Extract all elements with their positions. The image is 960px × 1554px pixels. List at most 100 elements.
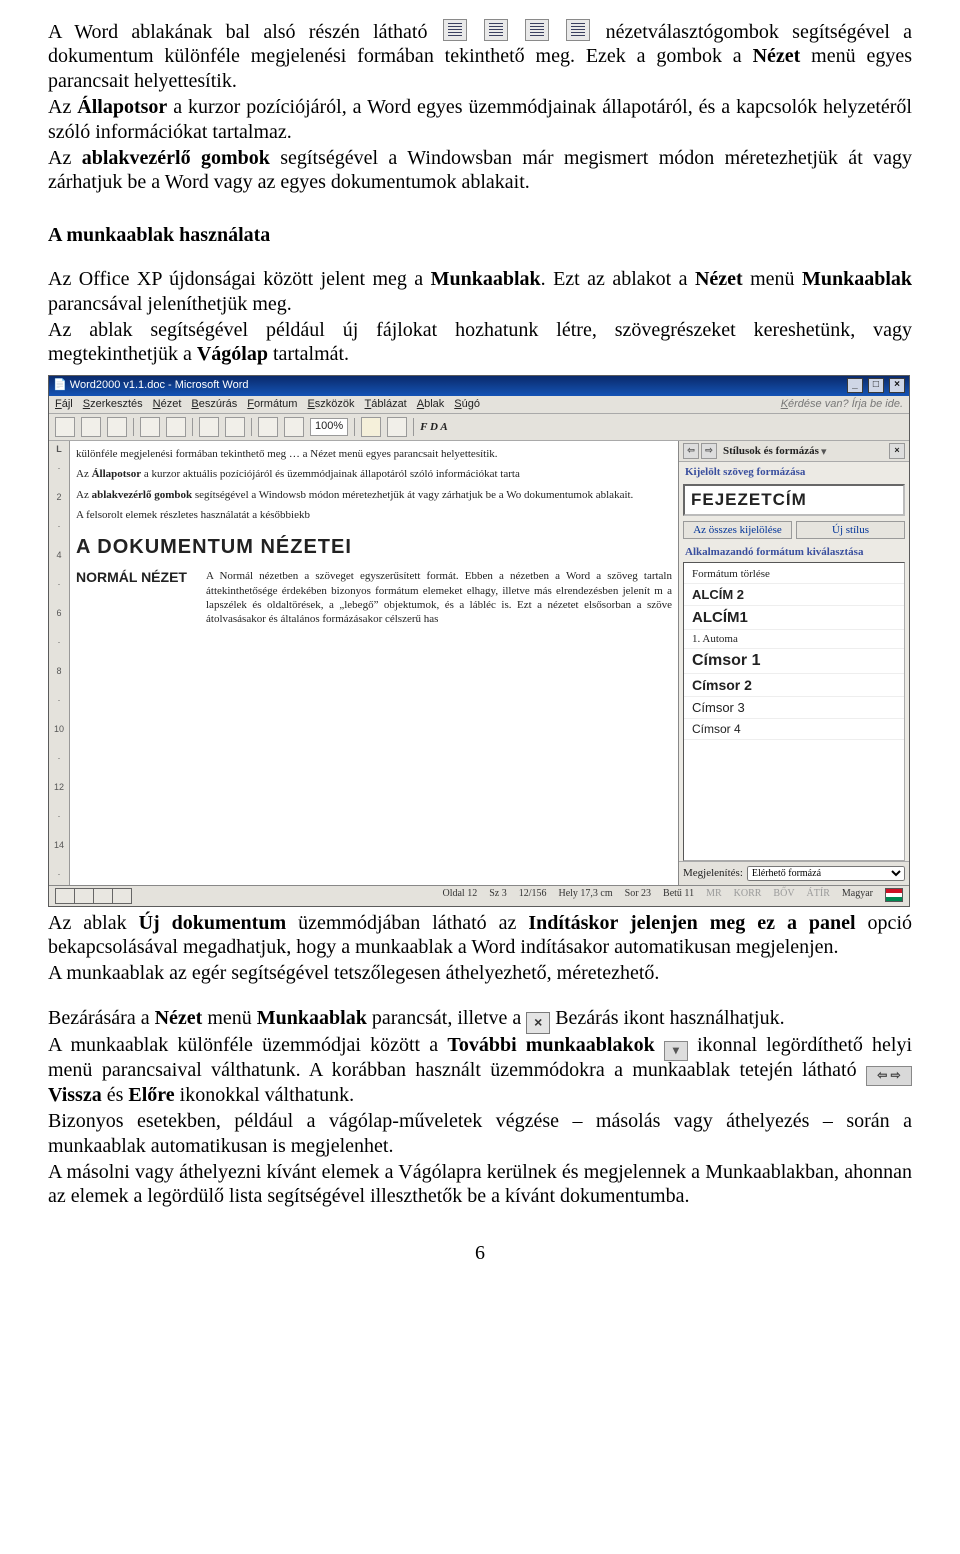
menu-edit[interactable]: Szerkesztés <box>83 398 143 411</box>
forward-icon[interactable]: ⇨ <box>701 443 717 459</box>
menu-table[interactable]: Táblázat <box>365 398 407 411</box>
close-icon[interactable]: × <box>889 443 905 459</box>
style-item[interactable]: Címsor 2 <box>684 674 904 697</box>
paragraph-view-buttons: A Word ablakának bal alsó részén látható… <box>48 16 912 93</box>
doc-heading-2: NORMÁL NÉZET <box>76 569 196 632</box>
bold: Munkaablak <box>431 268 541 290</box>
menu-window[interactable]: Ablak <box>417 398 445 411</box>
new-style-button[interactable]: Új stílus <box>796 521 905 539</box>
paragraph-icon[interactable] <box>284 417 304 437</box>
paragraph-auto-show: Bizonyos esetekben, például a vágólap-mű… <box>48 1109 912 1158</box>
t: Az <box>76 489 92 501</box>
paragraph-move-resize: A munkaablak az egér segítségével tetsző… <box>48 961 912 985</box>
display-select[interactable]: Elérhető formázá <box>747 866 905 881</box>
text: Az ablak segítségével például új fájloka… <box>48 319 912 365</box>
t: segítségével a Windowsb módon méretezhet… <box>192 489 633 501</box>
style-item[interactable]: ALCÍM 2 <box>684 584 904 606</box>
text: üzemmódjában látható az <box>286 912 528 934</box>
styles-pane-icon[interactable] <box>361 417 381 437</box>
task-pane-header: ⇦ ⇨ Stílusok és formázás ▾ × <box>679 441 909 462</box>
text: Az ablak <box>48 912 139 934</box>
font-icon[interactable] <box>387 417 407 437</box>
window-controls: _ □ × <box>845 378 905 393</box>
view-outline-icon[interactable] <box>113 888 132 904</box>
style-list[interactable]: Formátum törléseALCÍM 2ALCÍM11. AutomaCí… <box>683 562 905 861</box>
bold-italic-underline[interactable]: F D A <box>420 421 448 433</box>
print-icon[interactable] <box>140 417 160 437</box>
titlebar: 📄 Word2000 v1.1.doc - Microsoft Word _ □… <box>49 376 909 396</box>
doc-p3: Az ablakvezérlő gombok segítségével a Wi… <box>76 488 672 502</box>
doc-heading-1: A DOKUMENTUM NÉZETEI <box>76 536 672 559</box>
text: és <box>102 1084 129 1106</box>
bold: Vágólap <box>197 343 268 365</box>
style-item[interactable]: 1. Automa <box>684 630 904 649</box>
new-icon[interactable] <box>55 417 75 437</box>
undo-icon[interactable] <box>199 417 219 437</box>
save-icon[interactable] <box>107 417 127 437</box>
maximize-icon[interactable]: □ <box>868 378 884 393</box>
minimize-icon[interactable]: _ <box>847 378 863 393</box>
zoom-dropdown[interactable]: 100% <box>310 418 348 435</box>
bold: Vissza <box>48 1084 102 1106</box>
style-item[interactable]: Címsor 4 <box>684 719 904 740</box>
text: tartalmát. <box>268 343 349 365</box>
text: menü <box>202 1007 256 1029</box>
word-screenshot: 📄 Word2000 v1.1.doc - Microsoft Word _ □… <box>48 375 910 907</box>
menu-file[interactable]: Fájl <box>55 398 73 411</box>
redo-icon[interactable] <box>225 417 245 437</box>
text: a kurzor pozíciójáról, a Word egyes üzem… <box>48 96 912 142</box>
style-item[interactable]: Címsor 1 <box>684 649 904 674</box>
view-print-icon <box>525 19 549 41</box>
menu-help[interactable]: Súgó <box>454 398 480 411</box>
view-print-icon[interactable] <box>94 888 113 904</box>
paragraph-task-pane-intro: Az Office XP újdonságai között jelent me… <box>48 267 912 316</box>
heading-text: A munkaablak használata <box>48 224 270 246</box>
ask-box[interactable]: Kérdése van? Írja be ide. <box>781 398 903 411</box>
menu-view[interactable]: Nézet <box>153 398 182 411</box>
task-section-2: Alkalmazandó formátum kiválasztása <box>679 542 909 562</box>
paragraph-task-pane-use: Az ablak segítségével például új fájloka… <box>48 318 912 367</box>
view-normal-icon[interactable] <box>55 888 75 904</box>
status-lang: Magyar <box>842 888 873 904</box>
text: A Word ablakának bal alsó részén látható <box>48 21 441 43</box>
select-all-button[interactable]: Az összes kijelölése <box>683 521 792 539</box>
paragraph-new-doc-option: Az ablak Új dokumentum üzemmódjában láth… <box>48 911 912 960</box>
separator <box>251 418 252 436</box>
menu-insert[interactable]: Beszúrás <box>191 398 237 411</box>
status-pages: 12/156 <box>519 888 547 904</box>
style-item[interactable]: Formátum törlése <box>684 565 904 584</box>
view-switcher <box>55 888 132 904</box>
back-icon[interactable]: ⇦ <box>683 443 699 459</box>
status-col: Betű 11 <box>663 888 694 904</box>
text: ikonokkal válthatunk. <box>175 1084 354 1106</box>
separator <box>413 418 414 436</box>
dropdown-icon[interactable]: ▾ <box>821 445 827 458</box>
flag-icon <box>885 888 903 902</box>
text: A munkaablak különféle üzemmódjai között… <box>48 1034 447 1056</box>
task-pane: ⇦ ⇨ Stílusok és formázás ▾ × Kijelölt sz… <box>678 441 909 885</box>
style-item[interactable]: Címsor 3 <box>684 697 904 719</box>
bold: Új dokumentum <box>139 912 287 934</box>
close-icon[interactable]: × <box>889 378 905 393</box>
document-area[interactable]: különféle megjelenési formában tekinthet… <box>70 441 678 885</box>
task-pane-title: Stílusok és formázás <box>723 445 819 457</box>
status-line: Sor 23 <box>625 888 651 904</box>
style-item[interactable]: ALCÍM1 <box>684 606 904 630</box>
table-icon[interactable] <box>258 417 278 437</box>
menu-tools[interactable]: Eszközök <box>307 398 354 411</box>
text: Bezárására a <box>48 1007 155 1029</box>
text: Az Office XP újdonságai között jelent me… <box>48 268 431 290</box>
preview-icon[interactable] <box>166 417 186 437</box>
paragraph-clipboard: A másolni vagy áthelyezni kívánt elemek … <box>48 1160 912 1209</box>
status-bov: BŐV <box>773 888 794 904</box>
separator <box>133 418 134 436</box>
separator <box>354 418 355 436</box>
open-icon[interactable] <box>81 417 101 437</box>
back-forward-icon: ⇦ ⇨ <box>866 1066 912 1086</box>
standard-toolbar: 100% F D A <box>49 414 909 441</box>
close-icon: × <box>526 1012 550 1034</box>
menu-format[interactable]: Formátum <box>247 398 297 411</box>
current-style-box[interactable]: FEJEZETCÍM <box>683 484 905 516</box>
text: . Ezt az ablakot a <box>541 268 695 290</box>
view-web-icon[interactable] <box>75 888 94 904</box>
